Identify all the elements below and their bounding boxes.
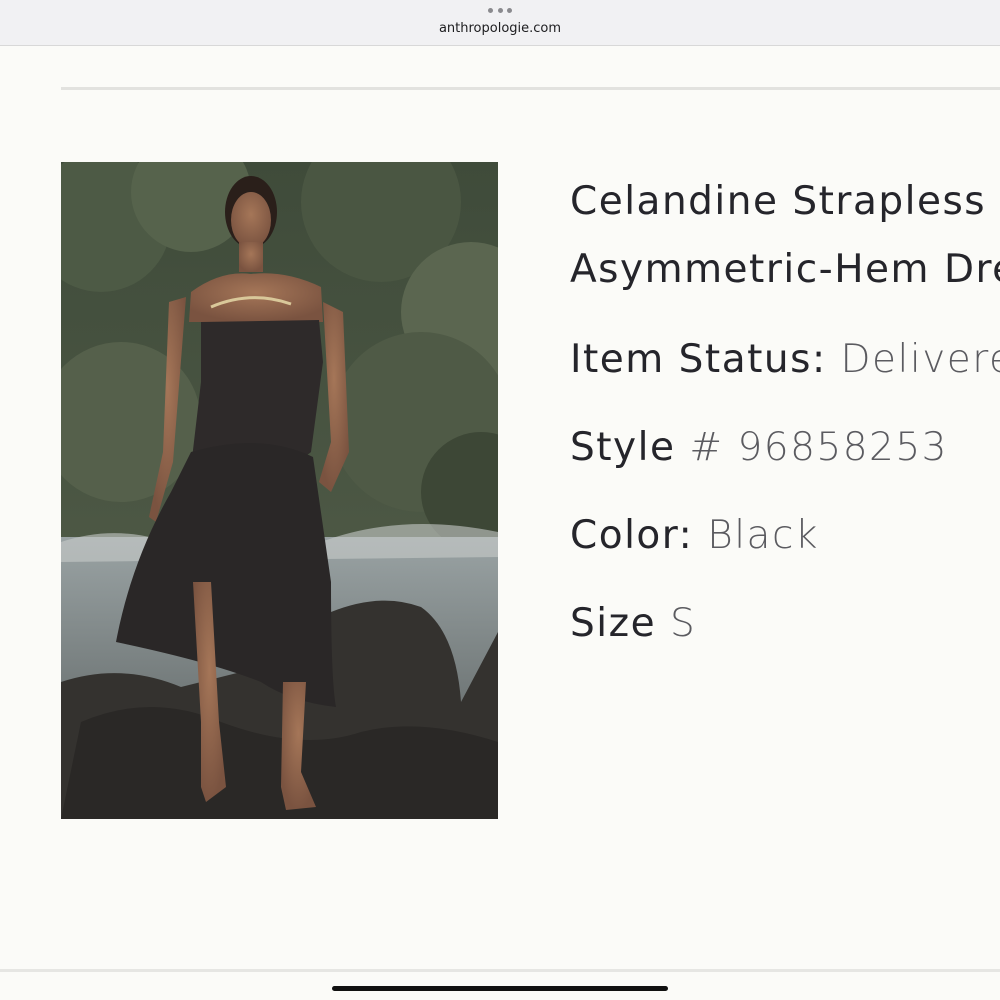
bottom-divider (0, 969, 1000, 972)
size-row: Size S (570, 602, 1000, 646)
color-row: Color: Black (570, 514, 1000, 558)
item-status-row: Item Status: Delivered (570, 338, 1000, 382)
address-bar-url[interactable]: anthropologie.com (0, 21, 1000, 36)
product-details: Celandine Strapless Asymmetric-Hem Dress… (570, 168, 1000, 646)
product-title-line2[interactable]: Asymmetric-Hem Dress (570, 236, 1000, 304)
color-value: Black (707, 513, 819, 558)
item-status-label: Item Status: (570, 337, 827, 382)
product-title-line1[interactable]: Celandine Strapless (570, 168, 1000, 236)
style-value: # 96858253 (689, 425, 948, 470)
item-status-value: Delivered (840, 337, 1000, 382)
product-image[interactable] (61, 162, 498, 819)
home-indicator[interactable] (332, 986, 668, 991)
color-label: Color: (570, 513, 694, 558)
product-photo-icon (61, 162, 498, 819)
style-row: Style # 96858253 (570, 426, 1000, 470)
browser-top-bar: anthropologie.com (0, 0, 1000, 46)
more-dots-icon[interactable] (488, 8, 512, 14)
size-value: S (669, 601, 697, 646)
style-label: Style (570, 425, 676, 470)
size-label: Size (570, 601, 657, 646)
top-divider (61, 87, 1000, 90)
